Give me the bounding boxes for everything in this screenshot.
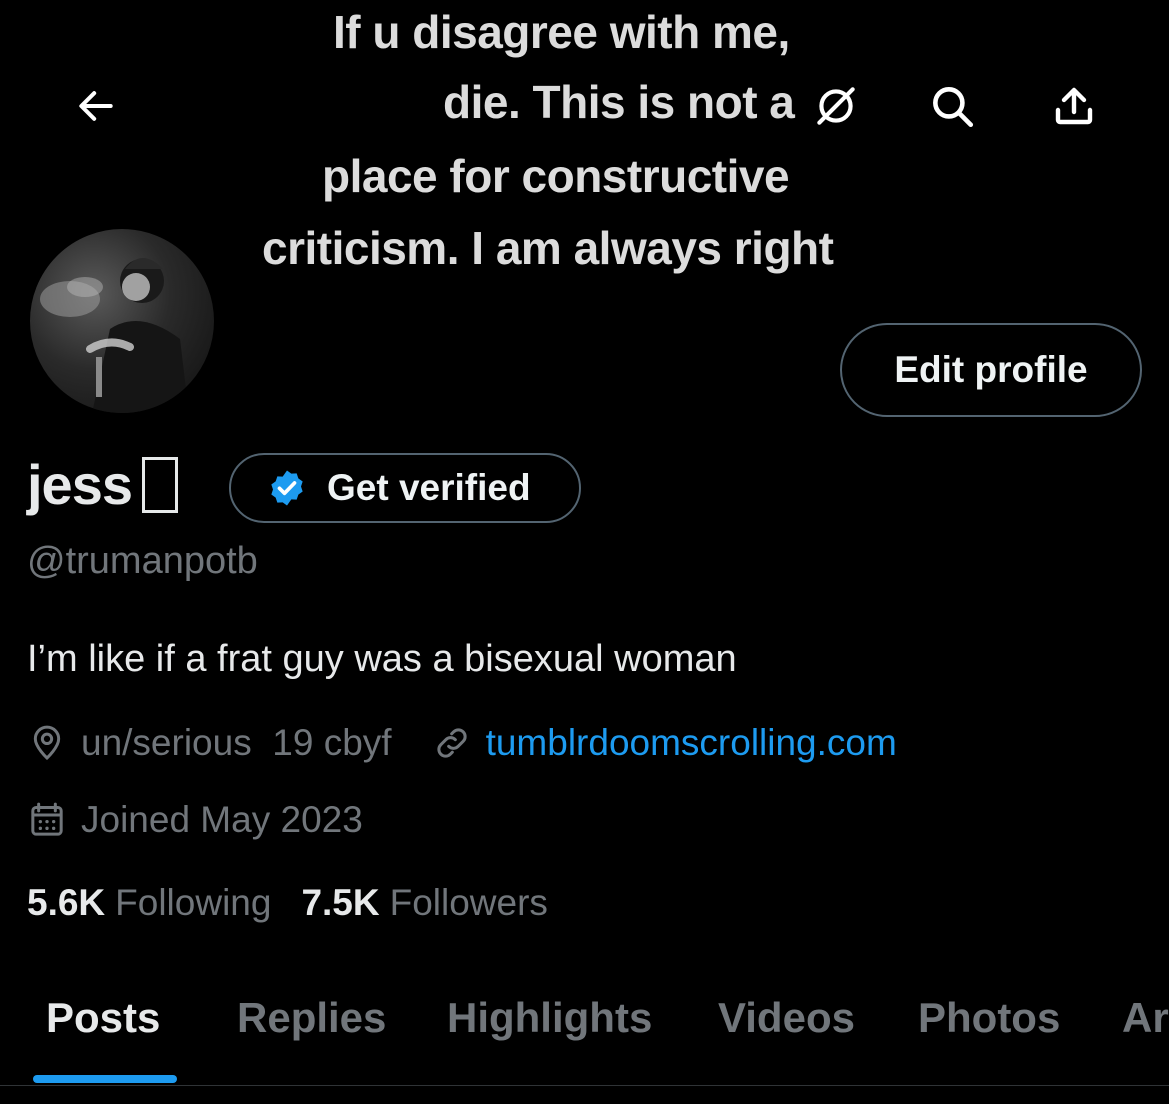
followers-count: 7.5K [301,882,380,923]
following-count: 5.6K [27,882,106,923]
eye-slash-icon [817,87,855,125]
location-item: un/serious 19 cbyf [27,722,392,764]
share-upload-icon [1055,87,1093,125]
hide-button[interactable] [806,76,866,136]
tab-videos[interactable]: Videos [718,994,855,1042]
profile-tabs: Posts Replies Highlights Videos Photos A… [0,976,1169,1086]
tab-posts[interactable]: Posts [46,994,160,1042]
tab-photos[interactable]: Photos [918,994,1060,1042]
profile-meta-row: un/serious 19 cbyf tumblrdoomscrolling.c… [27,720,897,766]
avatar-photo [40,258,189,413]
banner-line: place for constructive [322,150,790,202]
followers-link[interactable]: 7.5K Followers [301,882,547,924]
back-button[interactable] [66,76,126,136]
tab-highlights[interactable]: Highlights [447,994,652,1042]
link-icon [437,728,467,758]
user-handle: @trumanpotb [27,540,258,582]
profile-page: If u disagree with me, die. This is not … [0,0,1169,1104]
calendar-icon [31,802,63,836]
joined-date: Joined May 2023 [81,799,363,840]
verified-badge-icon [271,470,303,506]
banner-line: die. This is not a [443,76,795,128]
follow-stats: 5.6K Following 7.5K Followers [27,882,548,924]
banner-line: If u disagree with me, [333,6,790,58]
search-button[interactable] [922,76,982,136]
following-label: Following [115,882,272,923]
search-icon [933,87,974,128]
tabs-divider [0,1085,1169,1086]
followers-label: Followers [389,882,548,923]
avatar[interactable] [27,226,217,416]
edit-profile-button[interactable]: Edit profile [840,323,1142,417]
following-link[interactable]: 5.6K Following [27,882,271,924]
joined-row: Joined May 2023 [27,797,363,843]
get-verified-button[interactable]: Get verified [229,453,581,523]
tab-replies[interactable]: Replies [237,994,386,1042]
active-tab-indicator [33,1075,177,1083]
get-verified-label: Get verified [327,467,531,508]
banner-line: criticism. I am always right [262,222,834,274]
display-name: jess [27,452,178,517]
location-text: un/serious 19 cbyf [81,722,392,763]
display-name-text: jess [27,453,133,516]
location-pin-icon [33,725,61,761]
tab-articles[interactable]: Ar [1122,994,1169,1042]
arrow-left-icon [79,91,113,121]
share-button[interactable] [1044,76,1104,136]
missing-glyph-icon [142,456,178,513]
profile-bio: I’m like if a frat guy was a bisexual wo… [27,638,737,680]
website-link[interactable]: tumblrdoomscrolling.com [486,722,897,764]
website-item[interactable]: tumblrdoomscrolling.com [432,722,897,764]
